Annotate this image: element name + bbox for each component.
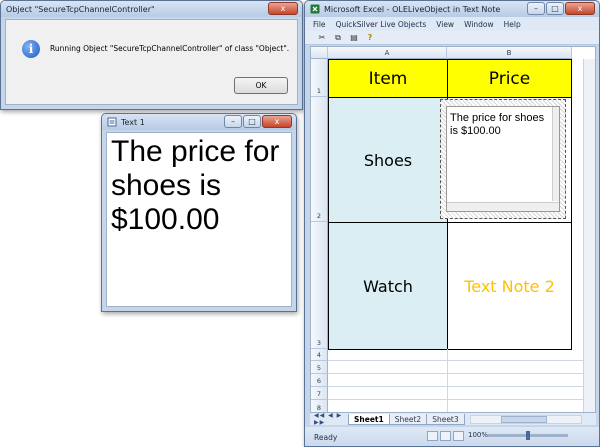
cell-b3[interactable]: Text Note 2 xyxy=(447,222,572,350)
excel-icon xyxy=(310,4,320,14)
ole-text-content[interactable]: The price for shoes is $100.00 xyxy=(450,112,550,138)
sheet-horizontal-scrollbar[interactable] xyxy=(469,414,582,424)
excel-title: Microsoft Excel - OLELiveObject in Text … xyxy=(324,4,501,14)
view-buttons xyxy=(427,431,464,441)
page-break-view-icon[interactable] xyxy=(453,431,464,441)
zoom-level[interactable]: 100% xyxy=(468,431,488,439)
select-all-corner[interactable] xyxy=(311,47,328,59)
normal-view-icon[interactable] xyxy=(427,431,438,441)
excel-window: Microsoft Excel - OLELiveObject in Text … xyxy=(304,0,600,447)
grid-row[interactable] xyxy=(328,374,583,387)
ole-horizontal-scrollbar[interactable] xyxy=(447,202,559,211)
page-layout-view-icon[interactable] xyxy=(440,431,451,441)
maximize-button[interactable]: □ xyxy=(546,2,564,15)
grid-row[interactable] xyxy=(328,349,583,361)
maximize-button[interactable]: □ xyxy=(243,115,261,128)
menu-bar: File QuickSilver Live Objects View Windo… xyxy=(305,17,599,31)
status-text: Ready xyxy=(314,433,338,442)
menu-quicksilver[interactable]: QuickSilver Live Objects xyxy=(336,20,427,29)
info-icon: i xyxy=(22,40,40,58)
paste-icon[interactable]: ▤ xyxy=(349,33,359,43)
note-icon xyxy=(107,117,117,127)
cell-a1[interactable]: Item xyxy=(328,59,448,98)
help-icon[interactable]: ? xyxy=(365,33,375,43)
text-note-body[interactable]: The price for shoes is $100.00 xyxy=(106,132,292,307)
tab-sheet2[interactable]: Sheet2 xyxy=(388,413,428,425)
copy-icon[interactable]: ⧉ xyxy=(333,33,343,43)
text-note-content[interactable]: The price for shoes is $100.00 xyxy=(111,135,293,237)
tab-navigation-arrows-icon[interactable]: ◀◀ ◀ ▶ ▶▶ xyxy=(310,412,348,426)
status-bar: Ready 100% xyxy=(305,427,599,446)
cell-a3[interactable]: Watch xyxy=(328,222,448,350)
text-note-title: Text 1 xyxy=(121,117,145,127)
text-note-titlebar[interactable]: Text 1 – □ x xyxy=(102,114,296,130)
zoom-slider[interactable] xyxy=(488,431,568,440)
grid-row[interactable] xyxy=(328,387,583,400)
ole-text-object[interactable]: The price for shoes is $100.00 xyxy=(440,99,566,219)
row-header-5[interactable]: 5 xyxy=(311,361,328,374)
menu-help[interactable]: Help xyxy=(504,20,521,29)
row-header-3[interactable]: 3 xyxy=(311,222,328,349)
cut-icon[interactable]: ✂ xyxy=(317,33,327,43)
menu-file[interactable]: File xyxy=(313,20,326,29)
row-header-1[interactable]: 1 xyxy=(311,59,328,97)
message-box-body: i Running Object "SecureTcpChannelContro… xyxy=(5,19,298,105)
scroll-thumb[interactable] xyxy=(500,415,547,423)
zoom-slider-thumb[interactable] xyxy=(526,431,530,440)
tab-sheet1[interactable]: Sheet1 xyxy=(348,413,390,425)
row-header-2[interactable]: 2 xyxy=(311,97,328,222)
ole-text-frame[interactable]: The price for shoes is $100.00 xyxy=(446,106,560,212)
minimize-button[interactable]: – xyxy=(224,115,242,128)
row-header-4[interactable]: 4 xyxy=(311,349,328,361)
column-header-b[interactable]: B xyxy=(447,47,572,59)
text-note-window: Text 1 – □ x The price for shoes is $100… xyxy=(101,113,297,312)
worksheet-grid: A B 1 2 3 4 5 6 7 8 Item Price Shoes Wat… xyxy=(310,46,596,413)
toolbar: ✂ ⧉ ▤ ? xyxy=(305,31,599,45)
close-button[interactable]: x xyxy=(262,115,292,128)
tab-sheet3[interactable]: Sheet3 xyxy=(426,413,465,425)
grid-row[interactable] xyxy=(328,361,583,374)
row-header-6[interactable]: 6 xyxy=(311,374,328,387)
excel-titlebar[interactable]: Microsoft Excel - OLELiveObject in Text … xyxy=(305,1,599,17)
row-header-7[interactable]: 7 xyxy=(311,387,328,400)
cell-b1[interactable]: Price xyxy=(447,59,572,98)
message-box-title: Object "SecureTcpChannelController" xyxy=(6,4,155,14)
ok-button[interactable]: OK xyxy=(234,77,288,94)
menu-view[interactable]: View xyxy=(436,20,454,29)
sheet-vertical-scrollbar[interactable] xyxy=(583,59,595,412)
message-box-window: Object "SecureTcpChannelController" x i … xyxy=(0,0,303,110)
close-button[interactable]: x xyxy=(565,2,595,15)
grid-divider xyxy=(447,349,448,412)
close-button[interactable]: x xyxy=(268,2,298,15)
ole-vertical-scrollbar[interactable] xyxy=(552,107,559,201)
message-box-titlebar[interactable]: Object "SecureTcpChannelController" x xyxy=(1,1,302,17)
minimize-button[interactable]: – xyxy=(527,2,545,15)
sheet-tabs-bar: ◀◀ ◀ ▶ ▶▶ Sheet1 Sheet2 Sheet3 xyxy=(310,412,596,426)
message-text: Running Object "SecureTcpChannelControll… xyxy=(50,44,290,53)
cell-a2[interactable]: Shoes xyxy=(328,97,448,223)
column-header-a[interactable]: A xyxy=(328,47,447,59)
menu-window[interactable]: Window xyxy=(464,20,494,29)
